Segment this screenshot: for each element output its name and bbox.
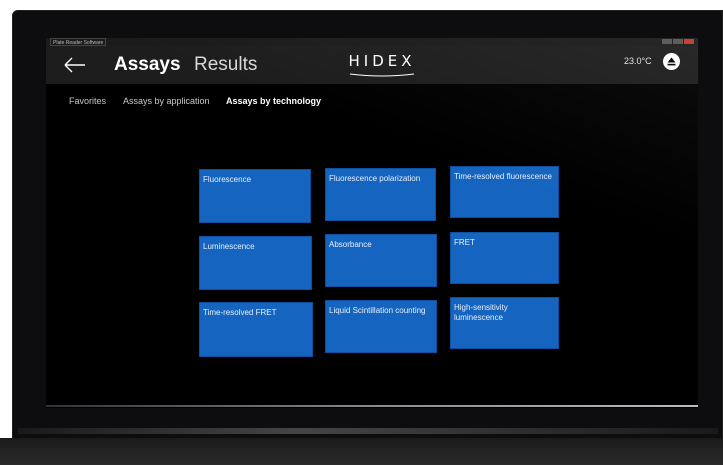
window-titlebar: Plate Reader Software	[46, 38, 698, 46]
tab-assays-by-technology[interactable]: Assays by technology	[226, 96, 321, 106]
maximize-button[interactable]	[673, 39, 683, 44]
tile-label: Absorbance	[329, 240, 372, 249]
back-arrow-icon[interactable]	[64, 57, 86, 73]
eject-icon[interactable]	[663, 53, 680, 70]
tile-fret[interactable]: FRET	[450, 232, 559, 284]
tab-assays[interactable]: Assays	[114, 54, 181, 76]
tile-time-resolved-fret[interactable]: Time-resolved FRET	[199, 302, 313, 357]
tile-label: Fluorescence polarization	[329, 174, 421, 183]
minimize-button[interactable]	[662, 39, 672, 44]
window-title: Plate Reader Software	[50, 38, 107, 46]
tile-liquid-scintillation-counting[interactable]: Liquid Scintillation counting	[325, 300, 437, 353]
tab-favorites[interactable]: Favorites	[69, 96, 106, 106]
temperature-readout: 23.0°C	[624, 56, 652, 66]
tile-label: Liquid Scintillation counting	[329, 306, 426, 315]
tile-label: FRET	[454, 238, 475, 247]
monitor-base	[0, 438, 723, 465]
tile-absorbance[interactable]: Absorbance	[325, 234, 437, 287]
monitor-edge	[18, 428, 718, 434]
tile-time-resolved-fluorescence[interactable]: Time-resolved fluorescence	[450, 166, 559, 218]
screen-bottom-edge	[46, 405, 698, 407]
tab-results[interactable]: Results	[194, 54, 257, 76]
tile-label: Time-resolved fluorescence	[454, 172, 552, 181]
tile-label: Luminescence	[203, 242, 255, 251]
tile-label: Fluorescence	[203, 175, 252, 184]
tile-fluorescence[interactable]: Fluorescence	[199, 169, 311, 223]
tile-high-sensitivity-luminescence[interactable]: High-sensitivity luminescence	[450, 297, 559, 349]
window-controls	[662, 39, 694, 44]
hidex-logo: HIDEX	[342, 52, 422, 78]
app-header: Assays Results HIDEX 23.0°C	[46, 46, 698, 84]
close-button[interactable]	[684, 39, 694, 44]
app-screen: Plate Reader Software Assays Results HID…	[46, 38, 698, 408]
subtab-bar: Favorites Assays by application Assays b…	[46, 96, 698, 110]
tile-label: High-sensitivity luminescence	[454, 303, 508, 322]
tab-assays-by-application[interactable]: Assays by application	[123, 96, 210, 106]
tile-luminescence[interactable]: Luminescence	[199, 236, 312, 290]
tile-label: Time-resolved FRET	[203, 308, 277, 317]
tile-fluorescence-polarization[interactable]: Fluorescence polarization	[325, 168, 436, 221]
